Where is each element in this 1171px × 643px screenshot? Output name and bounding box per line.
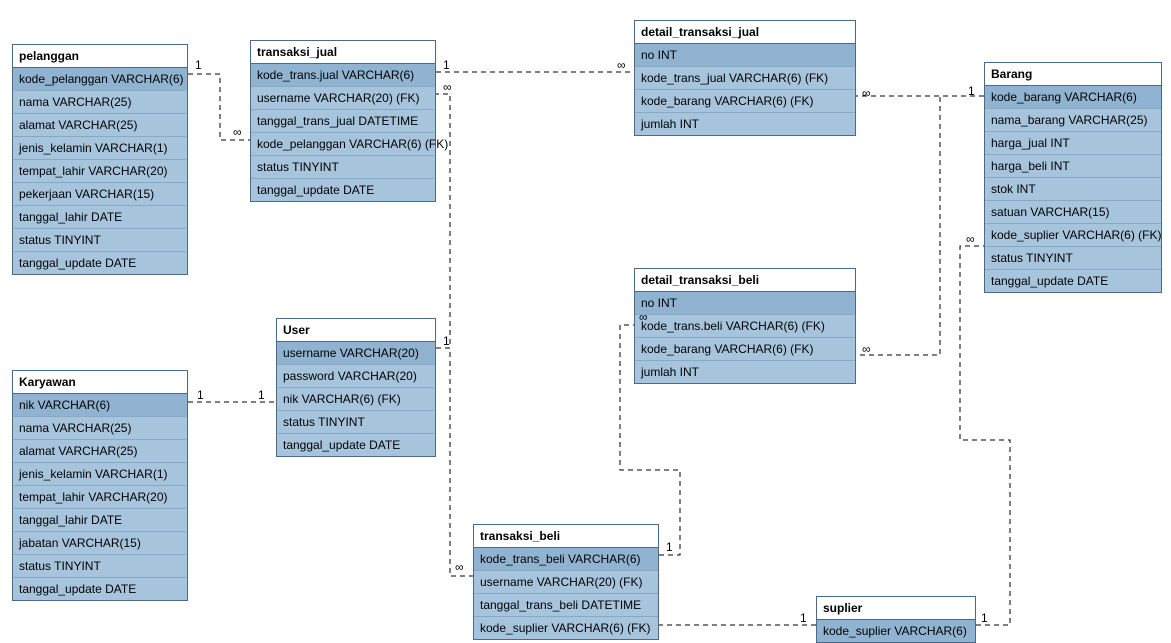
cardinality-label: 1: [666, 540, 673, 554]
entity-column: alamat VARCHAR(25): [13, 114, 187, 137]
cardinality-label: 1: [800, 611, 807, 625]
entity-column: password VARCHAR(20): [277, 365, 435, 388]
entity-column: tempat_lahir VARCHAR(20): [13, 486, 187, 509]
entity-column: kode_barang VARCHAR(6) (FK): [635, 90, 855, 113]
entity-column: harga_jual INT: [985, 132, 1161, 155]
entity-body: no INTkode_trans.beli VARCHAR(6) (FK)kod…: [635, 292, 855, 383]
entity-column: satuan VARCHAR(15): [985, 201, 1161, 224]
entity-column: tanggal_update DATE: [251, 179, 435, 201]
entity-detail_transaksi_jual: detail_transaksi_jualno INTkode_trans_ju…: [634, 20, 856, 136]
entity-column: status TINYINT: [13, 229, 187, 252]
cardinality-label: ∞: [862, 342, 871, 356]
cardinality-label: ∞: [966, 232, 975, 246]
entity-column: tanggal_update DATE: [985, 270, 1161, 292]
cardinality-label: ∞: [443, 80, 452, 94]
entity-body: no INTkode_trans_jual VARCHAR(6) (FK)kod…: [635, 44, 855, 135]
entity-karyawan: Karyawannik VARCHAR(6)nama VARCHAR(25)al…: [12, 370, 188, 601]
entity-title: detail_transaksi_beli: [635, 269, 855, 292]
cardinality-label: 1: [197, 388, 204, 402]
entity-column: username VARCHAR(20) (FK): [251, 87, 435, 110]
entity-column: tanggal_trans_beli DATETIME: [474, 594, 658, 617]
entity-transaksi_beli: transaksi_belikode_trans_beli VARCHAR(6)…: [473, 524, 659, 640]
entity-body: kode_suplier VARCHAR(6): [817, 620, 975, 642]
entity-column: jabatan VARCHAR(15): [13, 532, 187, 555]
entity-column: no INT: [635, 292, 855, 315]
cardinality-label: ∞: [233, 125, 242, 139]
entity-body: username VARCHAR(20)password VARCHAR(20)…: [277, 342, 435, 456]
entity-column: kode_suplier VARCHAR(6) (FK): [474, 617, 658, 639]
entity-body: kode_pelanggan VARCHAR(6)nama VARCHAR(25…: [13, 68, 187, 274]
entity-body: kode_trans_beli VARCHAR(6)username VARCH…: [474, 548, 658, 639]
entity-column: status TINYINT: [277, 411, 435, 434]
entity-column: kode_trans_jual VARCHAR(6) (FK): [635, 67, 855, 90]
cardinality-label: 1: [443, 334, 450, 348]
entity-column: jumlah INT: [635, 361, 855, 383]
entity-title: Karyawan: [13, 371, 187, 394]
cardinality-label: 1: [968, 84, 975, 98]
entity-column: alamat VARCHAR(25): [13, 440, 187, 463]
entity-column: kode_suplier VARCHAR(6) (FK): [985, 224, 1161, 247]
entity-column: jumlah INT: [635, 113, 855, 135]
entity-column: tempat_lahir VARCHAR(20): [13, 160, 187, 183]
entity-title: User: [277, 319, 435, 342]
cardinality-label: 1: [195, 58, 202, 72]
entity-column: no INT: [635, 44, 855, 67]
entity-column: kode_trans.beli VARCHAR(6) (FK): [635, 315, 855, 338]
entity-body: kode_barang VARCHAR(6)nama_barang VARCHA…: [985, 86, 1161, 292]
entity-column: kode_barang VARCHAR(6): [985, 86, 1161, 109]
entity-column: tanggal_update DATE: [13, 252, 187, 274]
entity-column: kode_pelanggan VARCHAR(6): [13, 68, 187, 91]
entity-column: status TINYINT: [251, 156, 435, 179]
entity-transaksi_jual: transaksi_jualkode_trans.jual VARCHAR(6)…: [250, 40, 436, 202]
entity-column: status TINYINT: [13, 555, 187, 578]
entity-column: kode_trans_beli VARCHAR(6): [474, 548, 658, 571]
entity-column: kode_trans.jual VARCHAR(6): [251, 64, 435, 87]
cardinality-label: ∞: [455, 560, 464, 574]
entity-column: nama VARCHAR(25): [13, 417, 187, 440]
entity-column: tanggal_lahir DATE: [13, 206, 187, 229]
entity-column: tanggal_update DATE: [277, 434, 435, 456]
entity-pelanggan: pelanggankode_pelanggan VARCHAR(6)nama V…: [12, 44, 188, 275]
entity-column: kode_barang VARCHAR(6) (FK): [635, 338, 855, 361]
entity-column: kode_suplier VARCHAR(6): [817, 620, 975, 642]
cardinality-label: 1: [258, 388, 265, 402]
entity-column: jenis_kelamin VARCHAR(1): [13, 463, 187, 486]
entity-body: kode_trans.jual VARCHAR(6)username VARCH…: [251, 64, 435, 201]
entity-column: tanggal_trans_jual DATETIME: [251, 110, 435, 133]
entity-column: jenis_kelamin VARCHAR(1): [13, 137, 187, 160]
cardinality-label: ∞: [862, 86, 871, 100]
entity-title: transaksi_jual: [251, 41, 435, 64]
cardinality-label: 1: [981, 611, 988, 625]
entity-user: Userusername VARCHAR(20)password VARCHAR…: [276, 318, 436, 457]
entity-column: nik VARCHAR(6) (FK): [277, 388, 435, 411]
entity-suplier: suplierkode_suplier VARCHAR(6): [816, 596, 976, 643]
entity-title: Barang: [985, 63, 1161, 86]
entity-title: pelanggan: [13, 45, 187, 68]
cardinality-label: ∞: [617, 58, 626, 72]
entity-column: tanggal_update DATE: [13, 578, 187, 600]
entity-column: harga_beli INT: [985, 155, 1161, 178]
entity-column: nama_barang VARCHAR(25): [985, 109, 1161, 132]
entity-column: username VARCHAR(20) (FK): [474, 571, 658, 594]
entity-barang: Barangkode_barang VARCHAR(6)nama_barang …: [984, 62, 1162, 293]
entity-detail_transaksi_beli: detail_transaksi_belino INTkode_trans.be…: [634, 268, 856, 384]
cardinality-label: 1: [443, 58, 450, 72]
entity-column: status TINYINT: [985, 247, 1161, 270]
cardinality-label: ∞: [639, 310, 648, 324]
entity-column: nama VARCHAR(25): [13, 91, 187, 114]
entity-column: username VARCHAR(20): [277, 342, 435, 365]
entity-title: detail_transaksi_jual: [635, 21, 855, 44]
entity-title: transaksi_beli: [474, 525, 658, 548]
entity-column: stok INT: [985, 178, 1161, 201]
entity-title: suplier: [817, 597, 975, 620]
entity-column: tanggal_lahir DATE: [13, 509, 187, 532]
entity-body: nik VARCHAR(6)nama VARCHAR(25)alamat VAR…: [13, 394, 187, 600]
entity-column: pekerjaan VARCHAR(15): [13, 183, 187, 206]
entity-column: nik VARCHAR(6): [13, 394, 187, 417]
entity-column: kode_pelanggan VARCHAR(6) (FK): [251, 133, 435, 156]
